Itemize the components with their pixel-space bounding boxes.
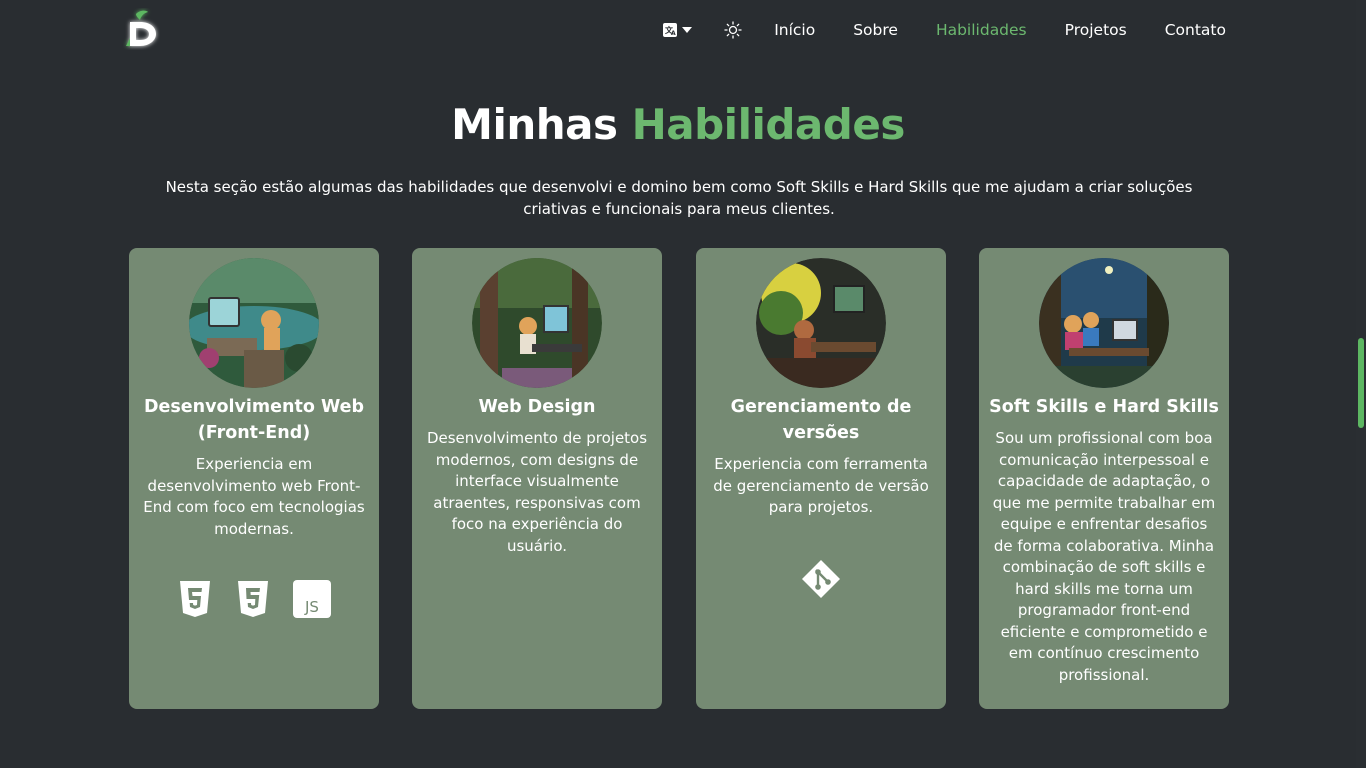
sun-icon: [724, 21, 742, 39]
section-title-part2: Habilidades: [631, 100, 906, 149]
nav-link-sobre[interactable]: Sobre: [853, 21, 898, 39]
javascript-icon: JS: [293, 580, 331, 618]
nav-link-habilidades[interactable]: Habilidades: [936, 21, 1027, 39]
theme-toggle-button[interactable]: [724, 21, 742, 39]
section-title: Minhas Habilidades: [0, 100, 1356, 149]
skill-card-softskills: Soft Skills e Hard Skills Sou um profiss…: [979, 248, 1229, 709]
css3-icon: [238, 581, 268, 617]
svg-text:A: A: [671, 30, 676, 37]
card-illustration: [756, 258, 886, 388]
tech-icons: JS: [129, 580, 379, 618]
nav-link-contato[interactable]: Contato: [1165, 21, 1226, 39]
card-title: Web Design: [478, 397, 596, 417]
git-icon: [802, 560, 840, 598]
scrollbar-thumb[interactable]: [1358, 338, 1364, 428]
section-title-part1: Minhas: [451, 100, 618, 149]
card-title: Soft Skills e Hard Skills: [989, 397, 1219, 417]
html5-icon: [180, 581, 210, 617]
card-text: Desenvolvimento de projetos modernos, co…: [426, 429, 648, 555]
card-illustration: [472, 258, 602, 388]
card-text: Experiencia com ferramenta de gerenciame…: [713, 455, 929, 516]
card-title: Gerenciamento de versões: [730, 397, 912, 443]
nav-link-inicio[interactable]: Início: [774, 21, 815, 39]
card-text: Sou um profissional com boa comunicação …: [992, 429, 1216, 684]
language-button[interactable]: 文 A: [662, 22, 693, 38]
nav-link-projetos[interactable]: Projetos: [1065, 21, 1127, 39]
page-scrollbar[interactable]: [1356, 0, 1366, 768]
card-title: Desenvolvimento Web (Front-End): [143, 397, 365, 443]
card-illustration: [189, 258, 319, 388]
card-illustration: [1039, 258, 1169, 388]
header: 文 A Início Sobre Habilidades Projetos Co…: [0, 0, 1356, 60]
svg-text:JS: JS: [304, 598, 319, 616]
skill-card-versioning: Gerenciamento de versões Experiencia com…: [696, 248, 946, 709]
skill-card-frontend: Desenvolvimento Web (Front-End) Experien…: [129, 248, 379, 709]
main-nav: 文 A Início Sobre Habilidades Projetos Co…: [662, 18, 1226, 42]
skill-card-webdesign: Web Design Desenvolvimento de projetos m…: [412, 248, 662, 709]
card-text: Experiencia em desenvolvimento web Front…: [143, 455, 365, 538]
logo-icon[interactable]: [122, 8, 160, 50]
translate-icon: 文 A: [663, 23, 678, 37]
caret-down-icon: [682, 27, 693, 33]
section-description: Nesta seção estão algumas das habilidade…: [165, 178, 1193, 218]
